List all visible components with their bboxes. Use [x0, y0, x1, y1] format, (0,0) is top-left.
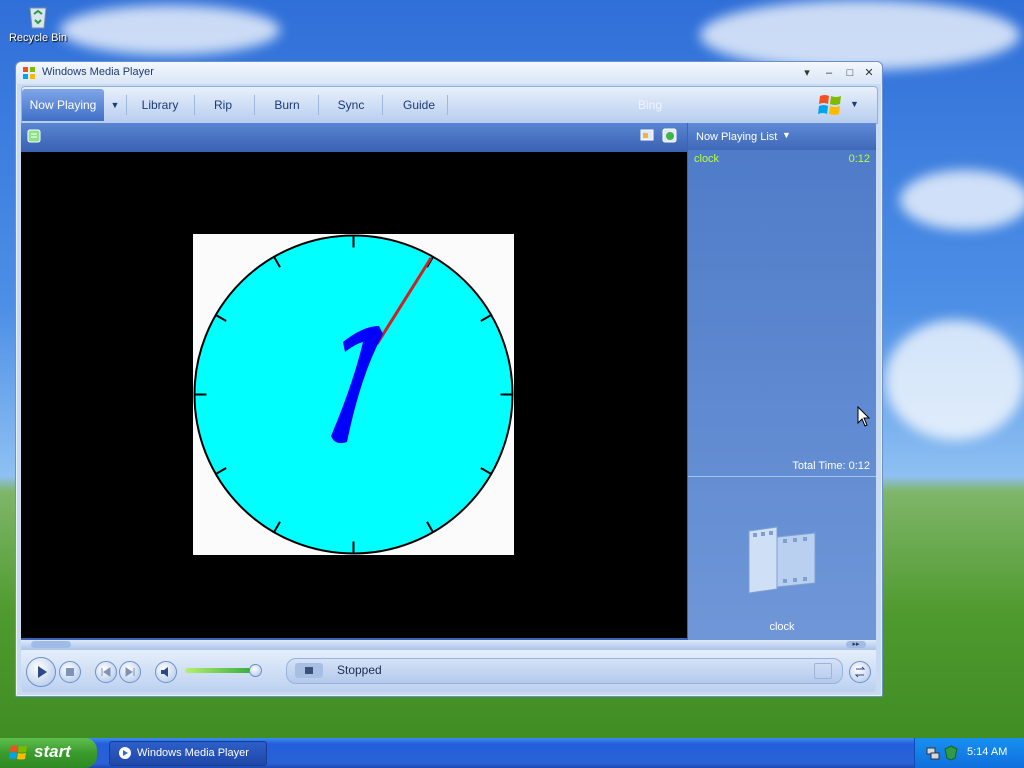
previous-button[interactable]	[95, 661, 117, 683]
tab-bing[interactable]: Bing	[618, 96, 682, 114]
cloud	[700, 0, 1020, 70]
volume-slider[interactable]	[185, 668, 255, 673]
shuffle-button[interactable]	[849, 661, 871, 683]
tab-sync[interactable]: Sync	[324, 96, 378, 114]
playlist-pane: Now Playing List ▼ clock 0:12 Total Time…	[688, 123, 876, 640]
status-pane: Stopped	[286, 658, 843, 684]
mouse-pointer-icon	[857, 406, 871, 427]
taskbar-item-media-player[interactable]: Windows Media Player	[109, 741, 267, 766]
close-button[interactable]: ✕	[862, 66, 876, 80]
cloud	[885, 320, 1024, 440]
playlist-header[interactable]: Now Playing List ▼	[688, 123, 876, 150]
tray-clock[interactable]: 5:14 AM	[967, 746, 1007, 758]
stop-button[interactable]	[59, 661, 81, 683]
tab-separator	[254, 95, 255, 115]
recycle-bin-label: Recycle Bin	[8, 32, 68, 44]
tab-separator	[318, 95, 319, 115]
playback-status: Stopped	[337, 663, 382, 677]
volume-thumb[interactable]	[249, 664, 262, 677]
title-bar[interactable]: Windows Media Player ▾ – □ ✕	[16, 62, 882, 84]
previous-icon	[101, 667, 111, 677]
playlist-item[interactable]: clock 0:12	[694, 153, 870, 165]
now-playing-pane: Now Playing List ▼ clock 0:12 Total Time…	[21, 123, 876, 640]
play-button[interactable]	[26, 657, 56, 687]
now-playing-dropdown-icon[interactable]: ▼	[108, 96, 122, 114]
compact-mode-icon[interactable]: ▸▸	[846, 641, 866, 648]
status-stop-indicator	[295, 663, 323, 678]
clock-video-frame	[193, 234, 514, 555]
play-icon	[38, 666, 47, 678]
switch-to-skin-icon[interactable]	[814, 663, 832, 679]
security-shield-icon[interactable]	[943, 745, 959, 761]
feature-taskbar: Now Playing ▼ Library Rip Burn Sync Guid…	[21, 86, 878, 124]
playlist-divider	[688, 476, 876, 477]
tab-separator	[382, 95, 383, 115]
film-strip-icon	[748, 526, 816, 594]
visualization-icon[interactable]	[640, 128, 656, 144]
start-button[interactable]: start	[0, 738, 97, 768]
playlist-total-time: Total Time: 0:12	[792, 460, 870, 472]
logo-dropdown-icon[interactable]: ▼	[850, 99, 859, 109]
video-toolbar	[21, 123, 687, 150]
recycle-bin-icon	[24, 2, 52, 30]
tab-rip[interactable]: Rip	[200, 96, 246, 114]
seek-thumb[interactable]	[31, 641, 71, 648]
playlist-title: Now Playing List	[696, 131, 778, 143]
tab-guide[interactable]: Guide	[388, 96, 450, 114]
windows-logo-icon[interactable]	[817, 92, 845, 118]
speaker-icon	[161, 667, 168, 677]
enhancements-icon[interactable]	[662, 128, 678, 144]
system-tray: 5:14 AM	[914, 738, 1024, 768]
tab-library[interactable]: Library	[132, 96, 188, 114]
clock-face	[193, 234, 514, 555]
windows-flag-icon	[9, 745, 27, 760]
next-button[interactable]	[119, 661, 141, 683]
playback-controls: Stopped	[21, 650, 876, 692]
list-pane-icon[interactable]	[27, 129, 41, 143]
seek-bar[interactable]: ▸▸	[21, 640, 876, 650]
mute-button[interactable]	[155, 661, 177, 683]
playlist-item-title: clock	[694, 153, 720, 165]
video-area[interactable]	[21, 152, 687, 638]
next-icon	[125, 667, 135, 677]
tab-now-playing[interactable]: Now Playing	[22, 89, 104, 121]
tab-separator	[126, 95, 127, 115]
stop-square-icon	[305, 667, 313, 674]
windows-flag-icon	[23, 67, 35, 79]
tab-separator	[447, 95, 448, 115]
switch-mode-icon	[854, 666, 866, 678]
menu-arrow-button[interactable]: ▾	[800, 66, 814, 80]
maximize-button[interactable]: □	[843, 66, 857, 80]
cloud	[900, 170, 1024, 230]
album-art-caption: clock	[769, 621, 795, 633]
taskbar: start Windows Media Player 5:14 AM	[0, 738, 1024, 768]
stop-icon	[66, 668, 74, 676]
taskbar-item-label: Windows Media Player	[137, 747, 249, 759]
playlist-item-duration: 0:12	[848, 153, 870, 165]
tab-separator	[194, 95, 195, 115]
start-label: start	[34, 742, 71, 761]
minimize-button[interactable]: –	[822, 66, 836, 80]
cloud	[60, 5, 280, 55]
recycle-bin-desktop-icon[interactable]: Recycle Bin	[6, 2, 70, 44]
media-player-window: Windows Media Player ▾ – □ ✕ Now Playing…	[15, 61, 883, 697]
network-icon[interactable]	[925, 745, 941, 761]
tab-burn[interactable]: Burn	[260, 96, 314, 114]
media-player-icon	[119, 747, 131, 759]
window-title: Windows Media Player	[42, 66, 154, 78]
playlist-dropdown-icon[interactable]: ▼	[782, 130, 791, 140]
